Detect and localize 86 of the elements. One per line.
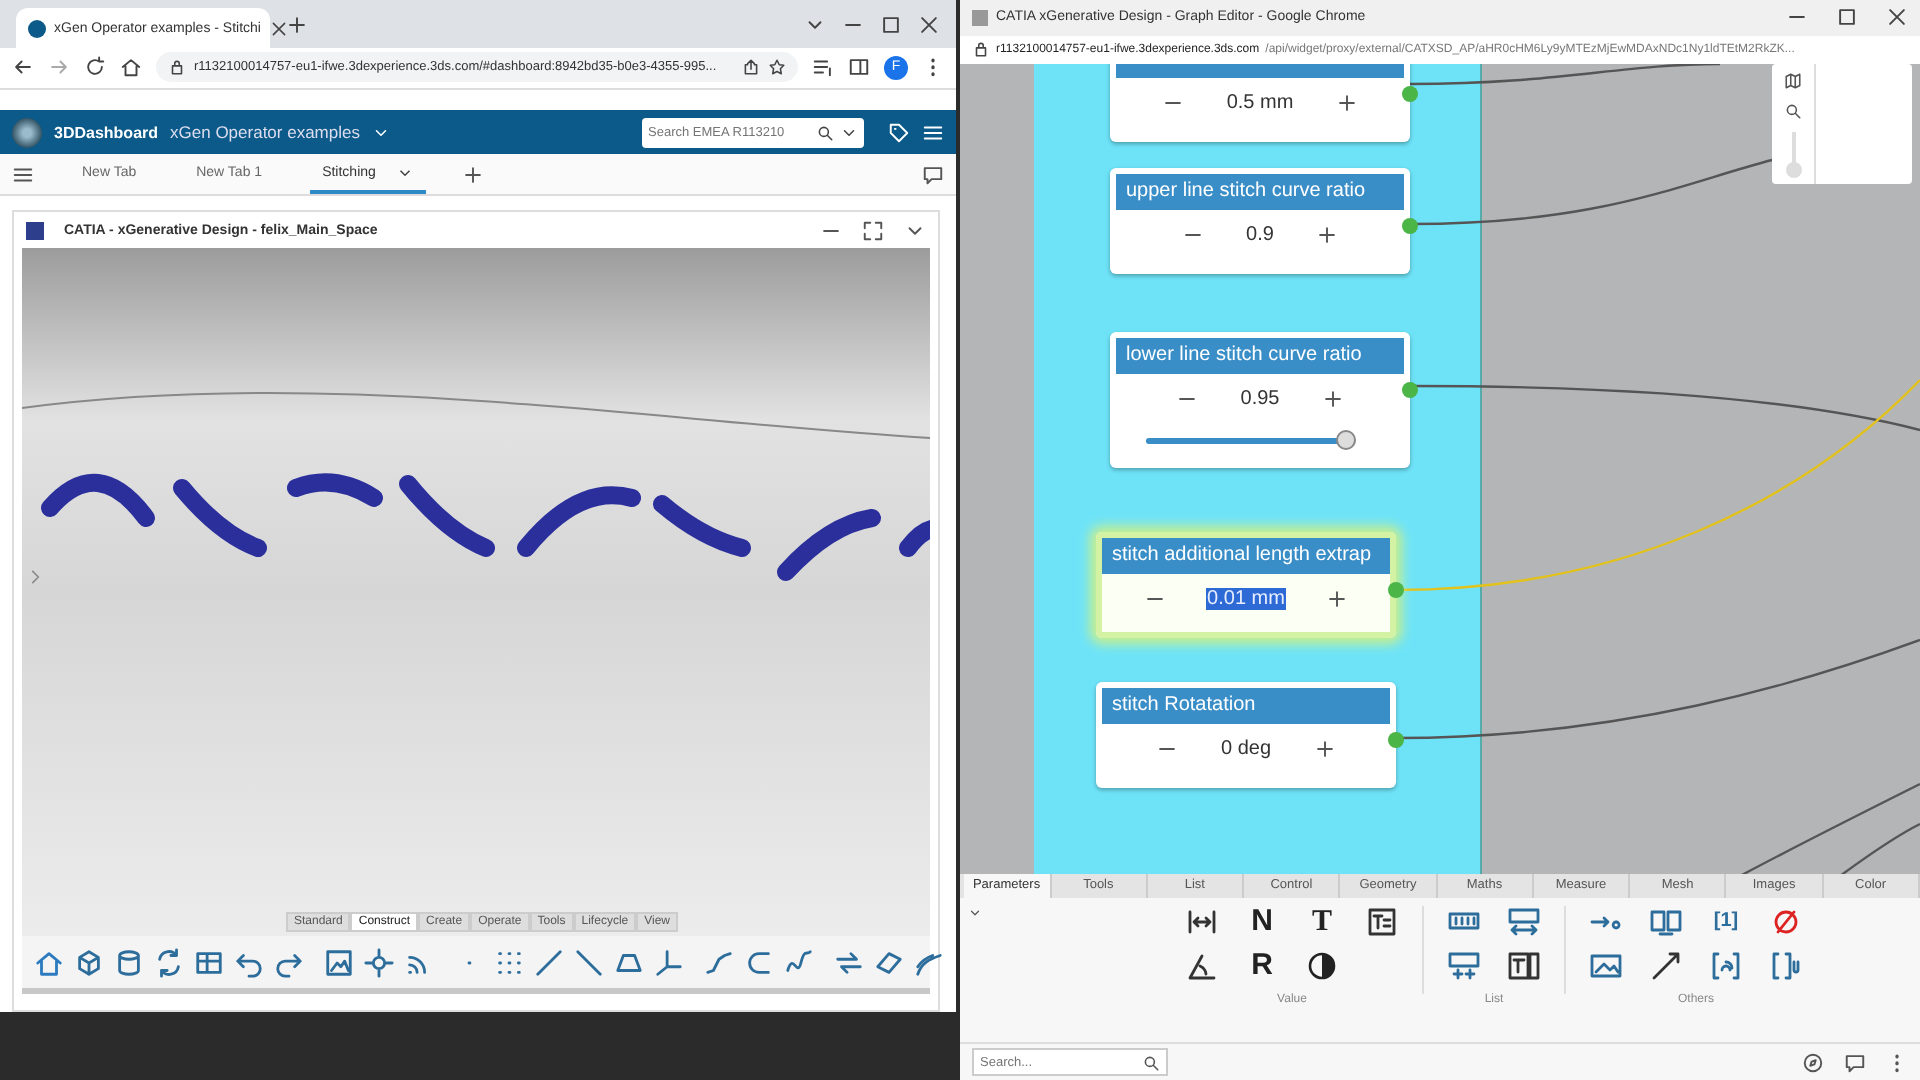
lock-icon[interactable] [168,58,186,77]
plane-icon[interactable] [874,947,904,977]
number-list-arrows-icon[interactable] [1508,906,1540,939]
zoom-slider-thumb[interactable] [1785,161,1801,178]
node-title: upper line stitch curve ratio [1126,180,1366,203]
node-value[interactable]: 0.5 mm [1224,92,1296,115]
plus-icon[interactable] [1313,738,1336,761]
search-icon[interactable] [1142,1053,1160,1072]
text-box-icon[interactable] [1366,906,1398,939]
dashboard-title[interactable]: xGen Operator examples [170,122,360,143]
output-port[interactable] [1388,731,1404,748]
line-icon[interactable] [534,947,564,977]
angle-icon[interactable] [1186,950,1218,983]
chat-icon[interactable] [922,163,944,185]
close-icon[interactable] [269,19,287,37]
bracket-fingerprint-icon[interactable] [1710,950,1742,983]
side-panel-icon[interactable] [848,56,870,79]
slider-thumb[interactable] [1335,429,1356,450]
site-icon [28,19,46,37]
add-tab-icon[interactable] [461,163,484,185]
output-port[interactable] [1402,85,1418,102]
node-value[interactable]: 0.01 mm [1205,588,1287,611]
curve-icon[interactable] [784,947,814,977]
map-icon[interactable] [1784,71,1802,90]
axes-icon[interactable] [654,947,684,977]
node-title: stitch additional length extrap [1112,544,1372,567]
reading-list-icon[interactable] [812,56,834,79]
home-icon[interactable] [34,947,64,977]
plus-icon[interactable] [1335,92,1358,115]
line-arrow-icon[interactable] [1650,950,1682,983]
tag-icon[interactable] [888,121,910,144]
menu-icon[interactable] [12,163,34,185]
node-value[interactable]: 0.95 [1238,388,1282,411]
picture-icon[interactable] [1590,950,1622,983]
text-list-icon[interactable] [1508,950,1540,983]
node-title: stitch Rotatation [1112,694,1256,717]
bracket-list-icon[interactable] [1770,950,1802,983]
spline-icon[interactable] [704,947,734,977]
compass-icon[interactable] [1802,1051,1824,1074]
output-port[interactable] [1388,581,1404,598]
app-icon [26,221,44,239]
reload-icon[interactable] [84,56,106,79]
node-value[interactable]: 0 deg [1218,738,1274,761]
home-icon[interactable] [120,56,142,79]
number-split-icon[interactable] [1448,950,1480,983]
maximize-icon[interactable] [880,13,902,35]
node-title: lower line stitch curve ratio [1126,344,1362,367]
refresh-icon[interactable] [154,947,184,977]
point-grid-icon[interactable] [494,947,524,977]
zoom-icon[interactable] [1784,101,1802,120]
database-icon[interactable] [114,947,144,977]
image-icon[interactable] [324,947,354,977]
node-value[interactable]: 0.9 [1244,224,1276,247]
plus-icon[interactable] [1321,388,1344,411]
star-icon[interactable] [768,58,786,77]
back-icon[interactable] [12,56,34,79]
close-icon[interactable] [1886,6,1908,29]
output-port[interactable] [1402,217,1418,234]
close-icon[interactable] [918,13,940,35]
contrast-icon[interactable] [1306,950,1338,983]
expand-icon[interactable] [862,219,884,241]
search-icon[interactable] [816,123,834,142]
book-icon[interactable] [1650,906,1682,939]
menu-icon[interactable] [922,121,944,144]
app-icon [972,9,988,26]
dimension-icon[interactable] [1186,906,1218,939]
dashboard-brand: 3DDashboard [54,123,159,142]
cube-icon[interactable] [74,947,104,977]
table-icon[interactable] [194,947,224,977]
compass-logo-icon[interactable] [12,117,42,148]
plus-icon[interactable] [1315,224,1338,247]
glyph-button[interactable]: R [1246,950,1278,983]
collapse-caret-icon[interactable] [968,906,982,921]
glyph-button[interactable]: [1] [1710,906,1742,939]
arrows-icon[interactable] [834,947,864,977]
lock-icon[interactable] [972,40,990,59]
chat-icon[interactable] [1844,1051,1866,1074]
no-sign-icon[interactable] [1770,906,1802,939]
new-tab-icon[interactable] [286,13,308,35]
arc-icon[interactable] [744,947,774,977]
maximize-icon[interactable] [1836,6,1858,29]
glyph-button[interactable]: N [1246,906,1278,939]
output-port[interactable] [1402,381,1418,398]
share-icon[interactable] [742,58,760,77]
glyph-button[interactable]: T [1306,906,1338,939]
plus-icon[interactable] [1326,588,1349,611]
